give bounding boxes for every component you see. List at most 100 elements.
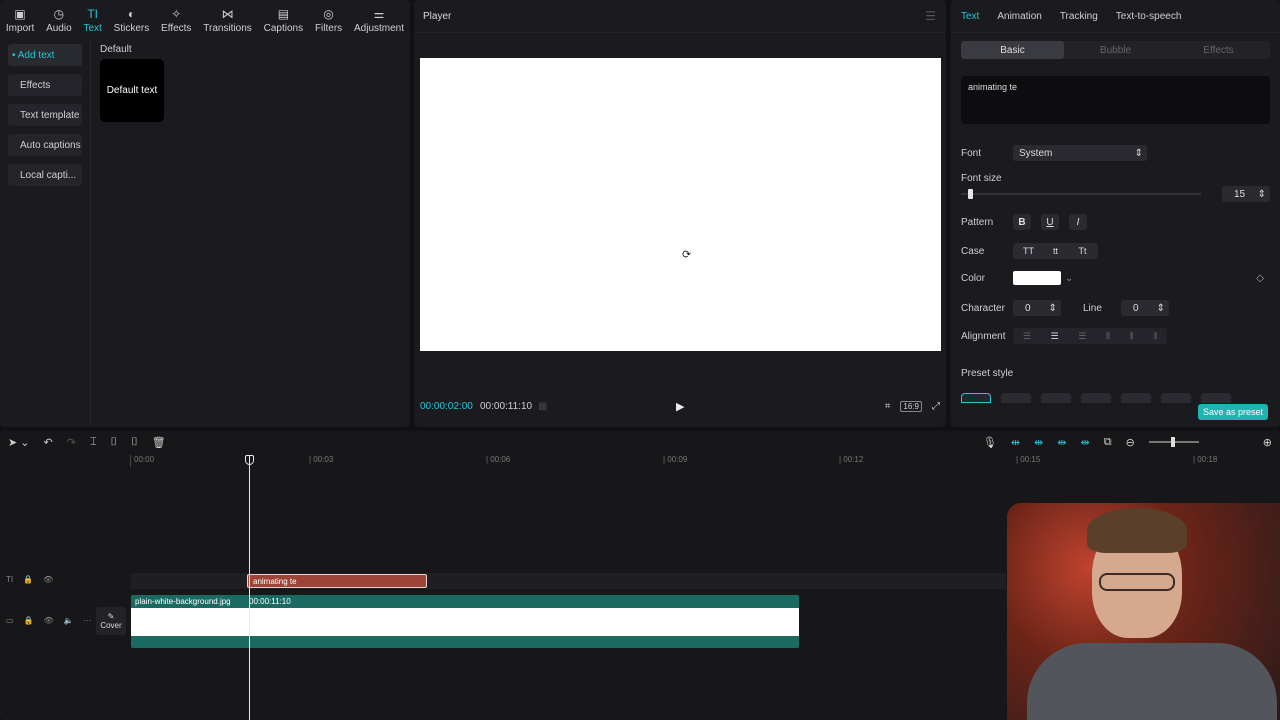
bold-button[interactable]: B: [1013, 214, 1031, 230]
case-title-button[interactable]: Tt: [1069, 243, 1096, 259]
font-select[interactable]: System ⇕: [1013, 145, 1147, 161]
select-cursor-icon[interactable]: ➤ ⌄: [8, 436, 30, 449]
player-menu-icon[interactable]: ☰: [925, 9, 936, 23]
case-label: Case: [961, 245, 985, 257]
tool-filters[interactable]: ◎ Filters: [309, 0, 348, 38]
text-clip[interactable]: animating te: [247, 574, 427, 588]
library-section-title: Default: [100, 44, 132, 55]
speaker-icon[interactable]: 🔈: [64, 616, 74, 625]
align-left-icon[interactable]: ☰: [1023, 331, 1031, 342]
preview-axis-icon[interactable]: ⇹: [1080, 436, 1089, 449]
playhead[interactable]: [249, 455, 250, 720]
play-icon[interactable]: ▶: [676, 400, 684, 413]
tool-import[interactable]: ▣ Import: [0, 0, 40, 38]
sidebar-item-add-text[interactable]: • Add text: [8, 44, 82, 66]
more-icon[interactable]: ⋯: [84, 616, 92, 625]
preset-item[interactable]: [961, 393, 991, 403]
zoom-in-icon[interactable]: ⊕: [1263, 436, 1272, 449]
line-stepper[interactable]: 0 ⇕: [1121, 300, 1169, 316]
link-main-track-icon[interactable]: ⇹: [1011, 436, 1020, 449]
ruler-tick: | 00:18: [1193, 455, 1218, 464]
underline-button[interactable]: U: [1041, 214, 1059, 230]
text-sidebar: • Add text Effects Text template Auto ca…: [0, 38, 91, 427]
microphone-icon[interactable]: 🎙: [983, 436, 997, 449]
fullscreen-icon[interactable]: ⤢: [932, 401, 940, 412]
text-content-input[interactable]: animating te: [961, 76, 1270, 124]
subtab-basic[interactable]: Basic: [961, 41, 1064, 59]
align-vertical-top-icon[interactable]: ⦀: [1106, 331, 1110, 342]
tool-captions[interactable]: ▤ Captions: [258, 0, 309, 38]
time-ruler[interactable]: 00:00 | 00:03 | 00:06 | 00:09 | 00:12 | …: [130, 455, 1280, 469]
tool-transitions[interactable]: ⋈ Transitions: [197, 0, 257, 38]
character-stepper[interactable]: 0 ⇕: [1013, 300, 1061, 316]
lock-icon[interactable]: 🔒: [23, 575, 33, 584]
sidebar-item-text-template[interactable]: Text template: [8, 104, 82, 126]
default-text-card[interactable]: Default text: [100, 59, 164, 122]
lock-icon[interactable]: 🔒: [24, 616, 34, 625]
player-controls: 00:00:02:00 00:00:11:10 ▦ ▶ ⌗ 16:9 ⤢: [414, 396, 946, 416]
split-icon[interactable]: ⌶: [90, 436, 97, 449]
subtab-effects[interactable]: Effects: [1167, 41, 1270, 59]
timeline-tools-left: ➤ ⌄ ↶ ↷ ⌶ ⌷ ⌷ 🗑: [8, 436, 166, 449]
keyframe-icon[interactable]: ◇: [1256, 273, 1264, 284]
redo-icon[interactable]: ↷: [67, 436, 76, 449]
preset-item[interactable]: [1041, 393, 1071, 403]
align-vertical-bottom-icon[interactable]: ⦀: [1153, 331, 1157, 342]
video-track-controls: ▭ 🔒 👁 🔈 ⋯: [6, 616, 92, 625]
preset-styles: [961, 393, 1231, 403]
sidebar-item-effects[interactable]: Effects: [8, 74, 82, 96]
eye-icon[interactable]: 👁: [43, 575, 53, 584]
grid-icon[interactable]: ▦: [538, 401, 547, 412]
save-as-preset-button[interactable]: Save as preset: [1198, 404, 1269, 420]
case-lower-button[interactable]: tt: [1042, 243, 1069, 259]
preset-item[interactable]: [1121, 393, 1151, 403]
italic-button[interactable]: I: [1069, 214, 1087, 230]
zoom-slider-knob[interactable]: [1170, 437, 1175, 447]
align-center-icon[interactable]: ☰: [1051, 331, 1059, 342]
screen-icon[interactable]: ⧉: [1104, 436, 1112, 449]
undo-icon[interactable]: ↶: [44, 436, 53, 449]
magnet-icon[interactable]: ⇹: [1034, 436, 1043, 449]
font-size-label-row: Font size: [961, 173, 1270, 184]
sidebar-item-local-captions[interactable]: Local capti...: [8, 164, 82, 186]
tool-adjustment[interactable]: ⚌ Adjustment: [348, 0, 410, 38]
align-right-icon[interactable]: ☰: [1078, 331, 1086, 342]
tab-animation[interactable]: Animation: [997, 11, 1041, 22]
split-left-icon[interactable]: ⌷: [111, 436, 118, 449]
preset-item[interactable]: [1201, 393, 1231, 403]
tab-text-to-speech[interactable]: Text-to-speech: [1116, 11, 1182, 22]
color-swatch[interactable]: [1013, 271, 1061, 285]
preset-item[interactable]: [1081, 393, 1111, 403]
tab-text[interactable]: Text: [961, 11, 979, 22]
sidebar-item-auto-captions[interactable]: Auto captions: [8, 134, 82, 156]
preview-canvas[interactable]: ⟳: [420, 58, 941, 351]
eye-icon[interactable]: 👁: [44, 616, 54, 625]
tool-stickers[interactable]: ◐ Stickers: [108, 0, 155, 38]
screenshot-icon[interactable]: ⌗: [885, 401, 891, 412]
zoom-slider[interactable]: [1148, 437, 1199, 447]
preset-item[interactable]: [1001, 393, 1031, 403]
video-clip[interactable]: plain-white-background.jpg 00:00:11:10: [131, 595, 799, 648]
aspect-ratio-button[interactable]: 16:9: [900, 400, 922, 412]
cover-button[interactable]: ✎ Cover: [96, 607, 126, 635]
tool-text[interactable]: TI Text: [78, 0, 108, 38]
tool-effects[interactable]: ✧ Effects: [155, 0, 197, 38]
preset-label-row: Preset style: [961, 368, 1270, 379]
property-tabs: Text Animation Tracking Text-to-speech: [951, 0, 1280, 33]
align-vertical-center-icon[interactable]: ⦀: [1130, 331, 1134, 342]
zoom-out-icon[interactable]: ⊖: [1126, 436, 1135, 449]
tab-tracking[interactable]: Tracking: [1060, 11, 1098, 22]
split-right-icon[interactable]: ⌷: [131, 436, 138, 449]
chevron-down-icon[interactable]: ⌄: [1065, 273, 1073, 284]
ruler-tick: | 00:06: [486, 455, 511, 464]
subtab-bubble[interactable]: Bubble: [1064, 41, 1167, 59]
linkage-icon[interactable]: ⇹: [1057, 436, 1066, 449]
current-timecode: 00:00:02:00: [420, 400, 473, 412]
font-size-stepper[interactable]: 15 ⇕: [1222, 186, 1270, 202]
updown-icon: ⇕: [1156, 302, 1165, 314]
delete-icon[interactable]: 🗑: [152, 436, 166, 449]
tool-audio[interactable]: ◷ Audio: [40, 0, 77, 38]
property-subtabs: Basic Bubble Effects: [961, 41, 1270, 59]
preset-item[interactable]: [1161, 393, 1191, 403]
case-upper-button[interactable]: TT: [1015, 243, 1042, 259]
